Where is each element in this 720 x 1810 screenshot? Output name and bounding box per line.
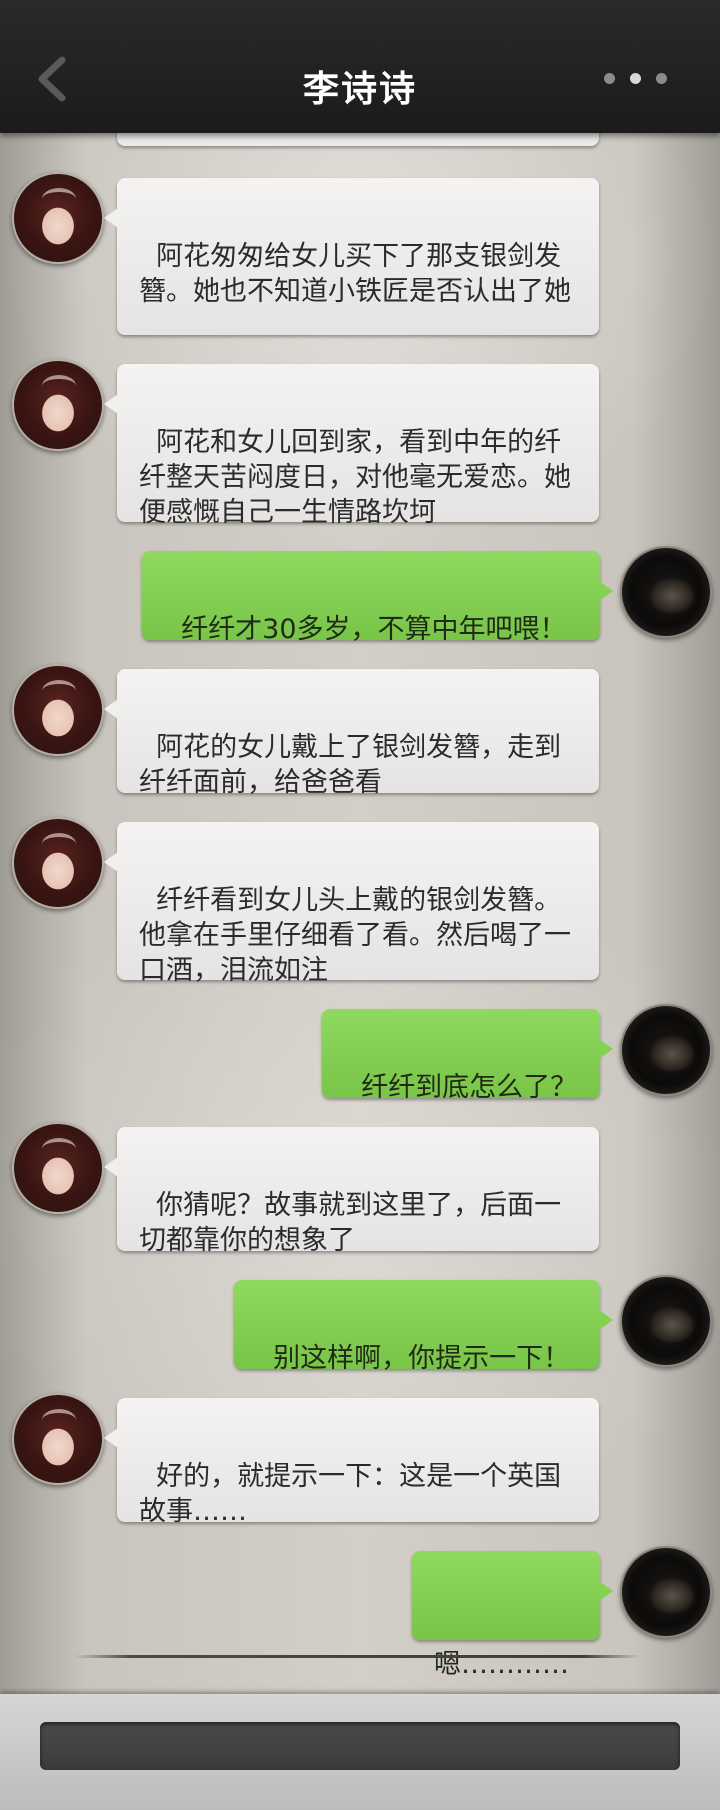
- message-text: 好的，就提示一下：这是一个英国故事……: [139, 1461, 562, 1527]
- message-text: 别这样啊，你提示一下！: [273, 1343, 571, 1374]
- message-text: 阿花匆匆给女儿买下了那支银剑发簪。她也不知道小铁匠是否认出了她: [139, 241, 571, 307]
- contact-avatar[interactable]: [12, 817, 104, 909]
- contact-avatar[interactable]: [12, 359, 104, 451]
- user-avatar[interactable]: [620, 1004, 712, 1096]
- received-message-bubble[interactable]: 阿花匆匆给女儿买下了那支银剑发簪。她也不知道小铁匠是否认出了她: [104, 178, 599, 335]
- contact-avatar[interactable]: [12, 664, 104, 756]
- user-avatar[interactable]: [620, 1546, 712, 1638]
- divider: [74, 1655, 640, 1658]
- received-message-bubble[interactable]: 纤纤看到女儿头上戴的银剑发簪。他拿在手里仔细看了看。然后喝了一口酒，泪流如注: [104, 822, 599, 986]
- top-bar: 李诗诗: [0, 0, 720, 133]
- message-text: 阿花的女儿戴上了银剑发簪，走到纤纤面前，给爸爸看: [139, 732, 562, 798]
- sent-message-bubble[interactable]: 纤纤到底怎么了？: [322, 1009, 613, 1103]
- sent-message-bubble[interactable]: 嗯…………: [412, 1551, 613, 1680]
- message-text: 纤纤到底怎么了？: [361, 1072, 578, 1103]
- message-text: 你猜呢？故事就到这里了，后面一切都靠你的想象了: [139, 1190, 562, 1256]
- more-options-button[interactable]: [604, 73, 674, 87]
- user-avatar[interactable]: [620, 1275, 712, 1367]
- received-message-bubble[interactable]: 阿花的女儿戴上了银剑发簪，走到纤纤面前，给爸爸看: [104, 669, 599, 798]
- received-message-bubble[interactable]: 阿花和女儿回到家，看到中年的纤纤整天苦闷度日，对他毫无爱恋。她便感慨自己一生情路…: [104, 364, 599, 528]
- message-text: 阿花和女儿回到家，看到中年的纤纤整天苦闷度日，对他毫无爱恋。她便感慨自己一生情路…: [139, 427, 571, 528]
- contact-avatar[interactable]: [12, 1393, 104, 1485]
- contact-avatar[interactable]: [12, 172, 104, 264]
- message-text: 纤纤看到女儿头上戴的银剑发簪。他拿在手里仔细看了看。然后喝了一口酒，泪流如注: [139, 885, 571, 986]
- message-input[interactable]: [40, 1722, 680, 1770]
- message-text: 嗯…………: [434, 1649, 569, 1680]
- more-dots-icon: [630, 73, 641, 84]
- contact-avatar[interactable]: [12, 1122, 104, 1214]
- user-avatar[interactable]: [620, 546, 712, 638]
- received-message-bubble[interactable]: 你猜呢？故事就到这里了，后面一切都靠你的想象了: [104, 1127, 599, 1256]
- sent-message-bubble[interactable]: 纤纤才30多岁，不算中年吧喂！: [142, 551, 613, 645]
- sent-message-bubble[interactable]: 别这样啊，你提示一下！: [234, 1280, 613, 1374]
- input-bar: [0, 1694, 720, 1810]
- more-dots-icon: [604, 73, 615, 84]
- received-message-bubble[interactable]: 好的，就提示一下：这是一个英国故事……: [104, 1398, 599, 1527]
- more-dots-icon: [656, 73, 667, 84]
- message-text: 纤纤才30多岁，不算中年吧喂！: [181, 614, 567, 645]
